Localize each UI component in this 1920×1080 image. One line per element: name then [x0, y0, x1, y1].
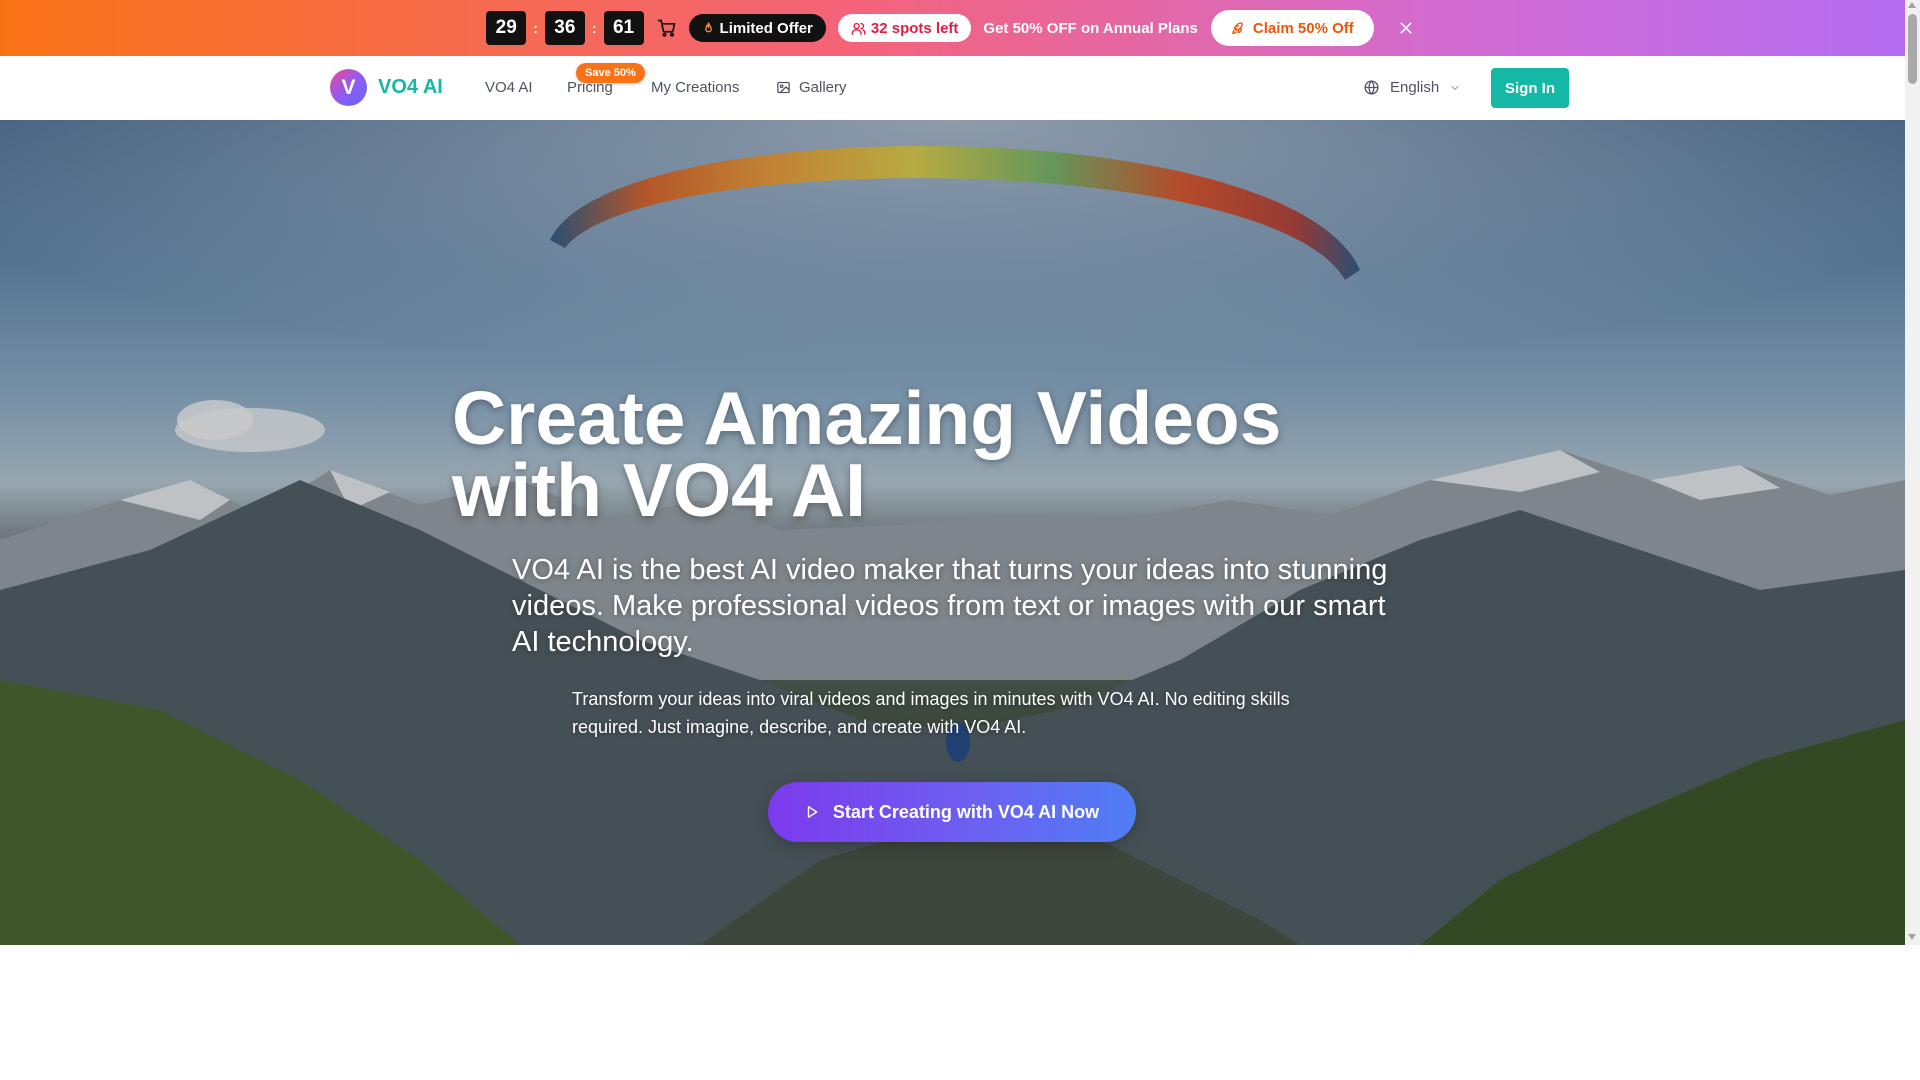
- image-icon: [777, 81, 790, 94]
- globe-icon: [1364, 80, 1379, 95]
- countdown-hours: 36: [544, 11, 585, 45]
- flame-icon: [704, 21, 712, 32]
- claim-offer-label: Claim 50% Off: [1252, 19, 1354, 37]
- hero-subtitle: VO4 AI is the best AI video maker that t…: [512, 554, 1388, 658]
- countdown-separator: :: [591, 20, 597, 36]
- sign-in-button[interactable]: Sign In: [1491, 68, 1569, 108]
- vertical-scrollbar[interactable]: [1905, 0, 1920, 945]
- start-creating-label: Start Creating with VO4 AI Now: [832, 801, 1100, 822]
- countdown-days: 29: [486, 11, 527, 45]
- logo-icon: V: [330, 69, 367, 106]
- play-icon: [807, 806, 818, 818]
- gallery-label: Gallery: [799, 79, 847, 96]
- hero-title-line-2: with VO4 AI: [452, 448, 866, 532]
- close-icon[interactable]: [1398, 20, 1414, 36]
- start-creating-button[interactable]: Start Creating with VO4 AI Now: [768, 782, 1136, 842]
- spots-left-label: 32 spots left: [870, 19, 959, 37]
- language-selector[interactable]: English: [1363, 79, 1461, 96]
- top-navbar: V VO4 AI VO4 AI Pricing My Creations Gal…: [0, 56, 1905, 121]
- cart-icon: [657, 18, 677, 38]
- limited-offer-label: Limited Offer: [719, 19, 813, 37]
- nav-link-vo4-ai[interactable]: VO4 AI: [485, 79, 533, 96]
- hero-description: Transform your ideas into viral videos a…: [572, 689, 1290, 737]
- scroll-down-arrow-icon[interactable]: [1908, 934, 1916, 940]
- nav-link-gallery[interactable]: Gallery: [776, 79, 847, 96]
- pricing-save-badge: Save 50%: [576, 63, 645, 83]
- users-icon: [851, 22, 866, 35]
- spots-left-badge: 32 spots left: [837, 14, 972, 42]
- scrollbar-thumb[interactable]: [1908, 14, 1917, 84]
- chevron-down-icon: [1451, 85, 1459, 90]
- limited-offer-badge: Limited Offer: [688, 14, 826, 42]
- brand-name: VO4 AI: [378, 76, 443, 98]
- hero-section: Create Amazing Videos with VO4 AI VO4 AI…: [0, 120, 1905, 945]
- rocket-icon: [1232, 21, 1243, 34]
- logo-letter: V: [341, 75, 356, 99]
- countdown-minutes: 61: [603, 11, 644, 45]
- hero-title: Create Amazing Videos with VO4 AI: [452, 381, 1452, 528]
- nav-link-my-creations[interactable]: My Creations: [651, 79, 739, 96]
- offer-text: Get 50% OFF on Annual Plans: [983, 19, 1198, 37]
- promo-banner: 29 : 36 : 61 Limited Offer 32 spots left…: [0, 0, 1905, 56]
- countdown-separator: :: [533, 20, 538, 36]
- claim-offer-button[interactable]: Claim 50% Off: [1210, 10, 1374, 46]
- scroll-up-arrow-icon[interactable]: [1908, 2, 1916, 8]
- promo-content: 29 : 36 : 61 Limited Offer 32 spots left…: [486, 10, 1414, 46]
- language-label: English: [1390, 79, 1440, 96]
- brand-logo[interactable]: V VO4 AI: [330, 69, 443, 106]
